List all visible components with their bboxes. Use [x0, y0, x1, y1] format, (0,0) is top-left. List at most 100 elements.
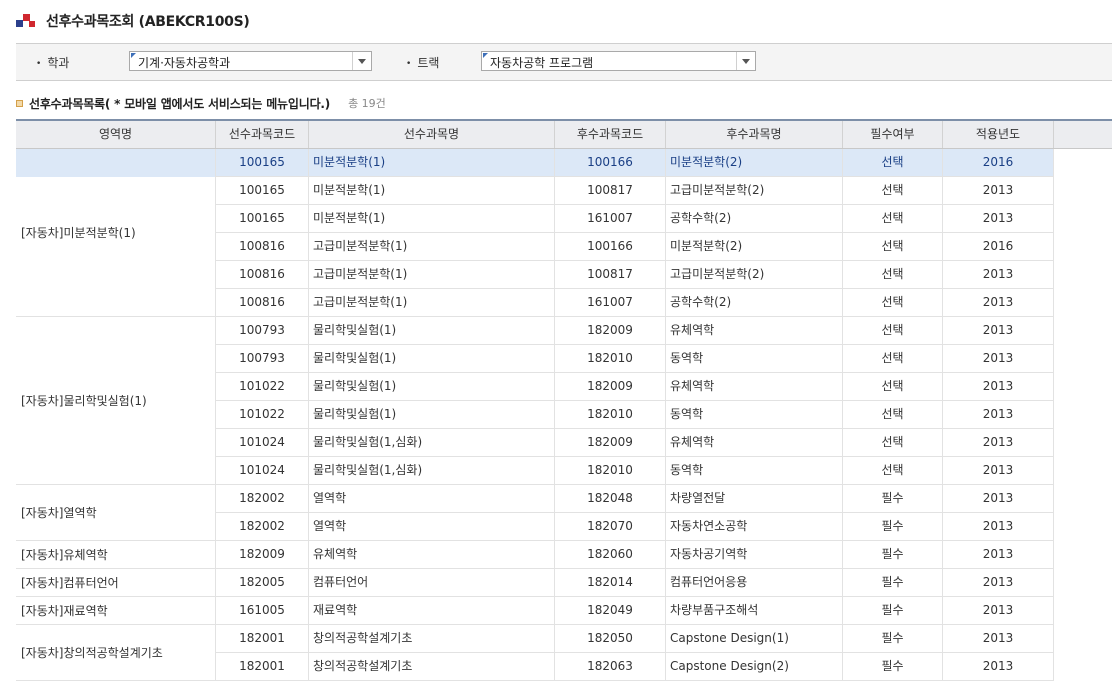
cell-post-name[interactable]: 동역학 — [666, 345, 843, 373]
cell-pre-name[interactable]: 물리학및실험(1) — [309, 345, 555, 373]
cell-required[interactable]: 선택 — [843, 205, 943, 233]
cell-required[interactable]: 필수 — [843, 597, 943, 625]
cell-pre-name[interactable]: 물리학및실험(1,심화) — [309, 429, 555, 457]
cell-post-code[interactable]: 182009 — [555, 429, 666, 457]
area-group-cell[interactable]: [자동차]미분적분학(1) — [16, 149, 216, 317]
cell-post-name[interactable]: 자동차공기역학 — [666, 541, 843, 569]
cell-pre-code[interactable]: 101022 — [216, 401, 309, 429]
cell-pre-code[interactable]: 182009 — [216, 541, 309, 569]
cell-post-name[interactable]: 고급미분적분학(2) — [666, 261, 843, 289]
cell-pre-name[interactable]: 미분적분학(1) — [309, 149, 555, 177]
cell-pre-code[interactable]: 100165 — [216, 149, 309, 177]
cell-year[interactable]: 2013 — [943, 401, 1054, 429]
cell-required[interactable]: 선택 — [843, 289, 943, 317]
cell-required[interactable]: 필수 — [843, 569, 943, 597]
cell-pre-code[interactable]: 182001 — [216, 625, 309, 653]
cell-post-code[interactable]: 161007 — [555, 205, 666, 233]
col-pre-code-header[interactable]: 선수과목코드 — [216, 121, 309, 148]
cell-post-code[interactable]: 182048 — [555, 485, 666, 513]
cell-pre-code[interactable]: 182005 — [216, 569, 309, 597]
cell-post-name[interactable]: 차량부품구조해석 — [666, 597, 843, 625]
cell-pre-name[interactable]: 열역학 — [309, 485, 555, 513]
cell-post-code[interactable]: 100817 — [555, 261, 666, 289]
cell-required[interactable]: 필수 — [843, 653, 943, 681]
cell-pre-code[interactable]: 182001 — [216, 653, 309, 681]
cell-pre-name[interactable]: 고급미분적분학(1) — [309, 233, 555, 261]
cell-pre-name[interactable]: 고급미분적분학(1) — [309, 289, 555, 317]
cell-post-name[interactable]: 차량열전달 — [666, 485, 843, 513]
cell-required[interactable]: 선택 — [843, 457, 943, 485]
area-group-cell[interactable]: [자동차]컴퓨터언어 — [16, 569, 216, 597]
cell-post-code[interactable]: 100166 — [555, 233, 666, 261]
cell-required[interactable]: 선택 — [843, 177, 943, 205]
col-area-name-header[interactable]: 영역명 — [16, 121, 216, 148]
cell-post-code[interactable]: 182050 — [555, 625, 666, 653]
cell-post-name[interactable]: 동역학 — [666, 401, 843, 429]
cell-post-code[interactable]: 182009 — [555, 373, 666, 401]
col-required-header[interactable]: 필수여부 — [843, 121, 943, 148]
cell-post-name[interactable]: 미분적분학(2) — [666, 149, 843, 177]
cell-year[interactable]: 2013 — [943, 513, 1054, 541]
cell-year[interactable]: 2013 — [943, 205, 1054, 233]
cell-post-name[interactable]: 공학수학(2) — [666, 205, 843, 233]
area-group-cell[interactable]: [자동차]물리학및실험(1) — [16, 317, 216, 485]
cell-pre-code[interactable]: 182002 — [216, 513, 309, 541]
cell-pre-name[interactable]: 물리학및실험(1) — [309, 401, 555, 429]
cell-post-code[interactable]: 182070 — [555, 513, 666, 541]
cell-year[interactable]: 2013 — [943, 569, 1054, 597]
cell-year[interactable]: 2013 — [943, 485, 1054, 513]
cell-year[interactable]: 2013 — [943, 317, 1054, 345]
cell-pre-code[interactable]: 101024 — [216, 457, 309, 485]
cell-post-code[interactable]: 161007 — [555, 289, 666, 317]
cell-pre-name[interactable]: 유체역학 — [309, 541, 555, 569]
cell-pre-code[interactable]: 100816 — [216, 261, 309, 289]
area-group-cell[interactable]: [자동차]창의적공학설계기초 — [16, 625, 216, 681]
cell-year[interactable]: 2013 — [943, 625, 1054, 653]
cell-year[interactable]: 2013 — [943, 597, 1054, 625]
cell-year[interactable]: 2013 — [943, 261, 1054, 289]
cell-pre-name[interactable]: 물리학및실험(1,심화) — [309, 457, 555, 485]
cell-required[interactable]: 선택 — [843, 429, 943, 457]
dept-select[interactable]: 기계·자동차공학과 — [129, 51, 372, 71]
cell-pre-code[interactable]: 100816 — [216, 233, 309, 261]
cell-post-name[interactable]: 미분적분학(2) — [666, 233, 843, 261]
cell-pre-name[interactable]: 미분적분학(1) — [309, 177, 555, 205]
track-select[interactable]: 자동차공학 프로그램 — [481, 51, 756, 71]
cell-post-name[interactable]: 공학수학(2) — [666, 289, 843, 317]
cell-pre-name[interactable]: 물리학및실험(1) — [309, 317, 555, 345]
cell-post-name[interactable]: 컴퓨터언어응용 — [666, 569, 843, 597]
cell-post-name[interactable]: 유체역학 — [666, 317, 843, 345]
cell-year[interactable]: 2016 — [943, 149, 1054, 177]
cell-post-name[interactable]: 고급미분적분학(2) — [666, 177, 843, 205]
cell-required[interactable]: 선택 — [843, 345, 943, 373]
cell-pre-code[interactable]: 182002 — [216, 485, 309, 513]
cell-pre-code[interactable]: 161005 — [216, 597, 309, 625]
cell-pre-code[interactable]: 101022 — [216, 373, 309, 401]
cell-year[interactable]: 2013 — [943, 653, 1054, 681]
cell-post-code[interactable]: 182049 — [555, 597, 666, 625]
cell-year[interactable]: 2013 — [943, 177, 1054, 205]
cell-year[interactable]: 2013 — [943, 289, 1054, 317]
cell-post-code[interactable]: 182060 — [555, 541, 666, 569]
cell-post-name[interactable]: 동역학 — [666, 457, 843, 485]
cell-pre-name[interactable]: 창의적공학설계기초 — [309, 653, 555, 681]
col-post-name-header[interactable]: 후수과목명 — [666, 121, 843, 148]
col-post-code-header[interactable]: 후수과목코드 — [555, 121, 666, 148]
cell-pre-name[interactable]: 열역학 — [309, 513, 555, 541]
dept-select-dropdown-button[interactable] — [352, 52, 371, 70]
cell-required[interactable]: 필수 — [843, 485, 943, 513]
cell-year[interactable]: 2016 — [943, 233, 1054, 261]
cell-pre-code[interactable]: 100793 — [216, 317, 309, 345]
cell-pre-code[interactable]: 100165 — [216, 177, 309, 205]
cell-year[interactable]: 2013 — [943, 457, 1054, 485]
cell-year[interactable]: 2013 — [943, 345, 1054, 373]
cell-pre-name[interactable]: 컴퓨터언어 — [309, 569, 555, 597]
cell-required[interactable]: 선택 — [843, 373, 943, 401]
cell-pre-name[interactable]: 물리학및실험(1) — [309, 373, 555, 401]
cell-year[interactable]: 2013 — [943, 429, 1054, 457]
cell-pre-code[interactable]: 101024 — [216, 429, 309, 457]
cell-pre-name[interactable]: 미분적분학(1) — [309, 205, 555, 233]
cell-year[interactable]: 2013 — [943, 541, 1054, 569]
cell-pre-code[interactable]: 100816 — [216, 289, 309, 317]
cell-post-name[interactable]: 유체역학 — [666, 429, 843, 457]
